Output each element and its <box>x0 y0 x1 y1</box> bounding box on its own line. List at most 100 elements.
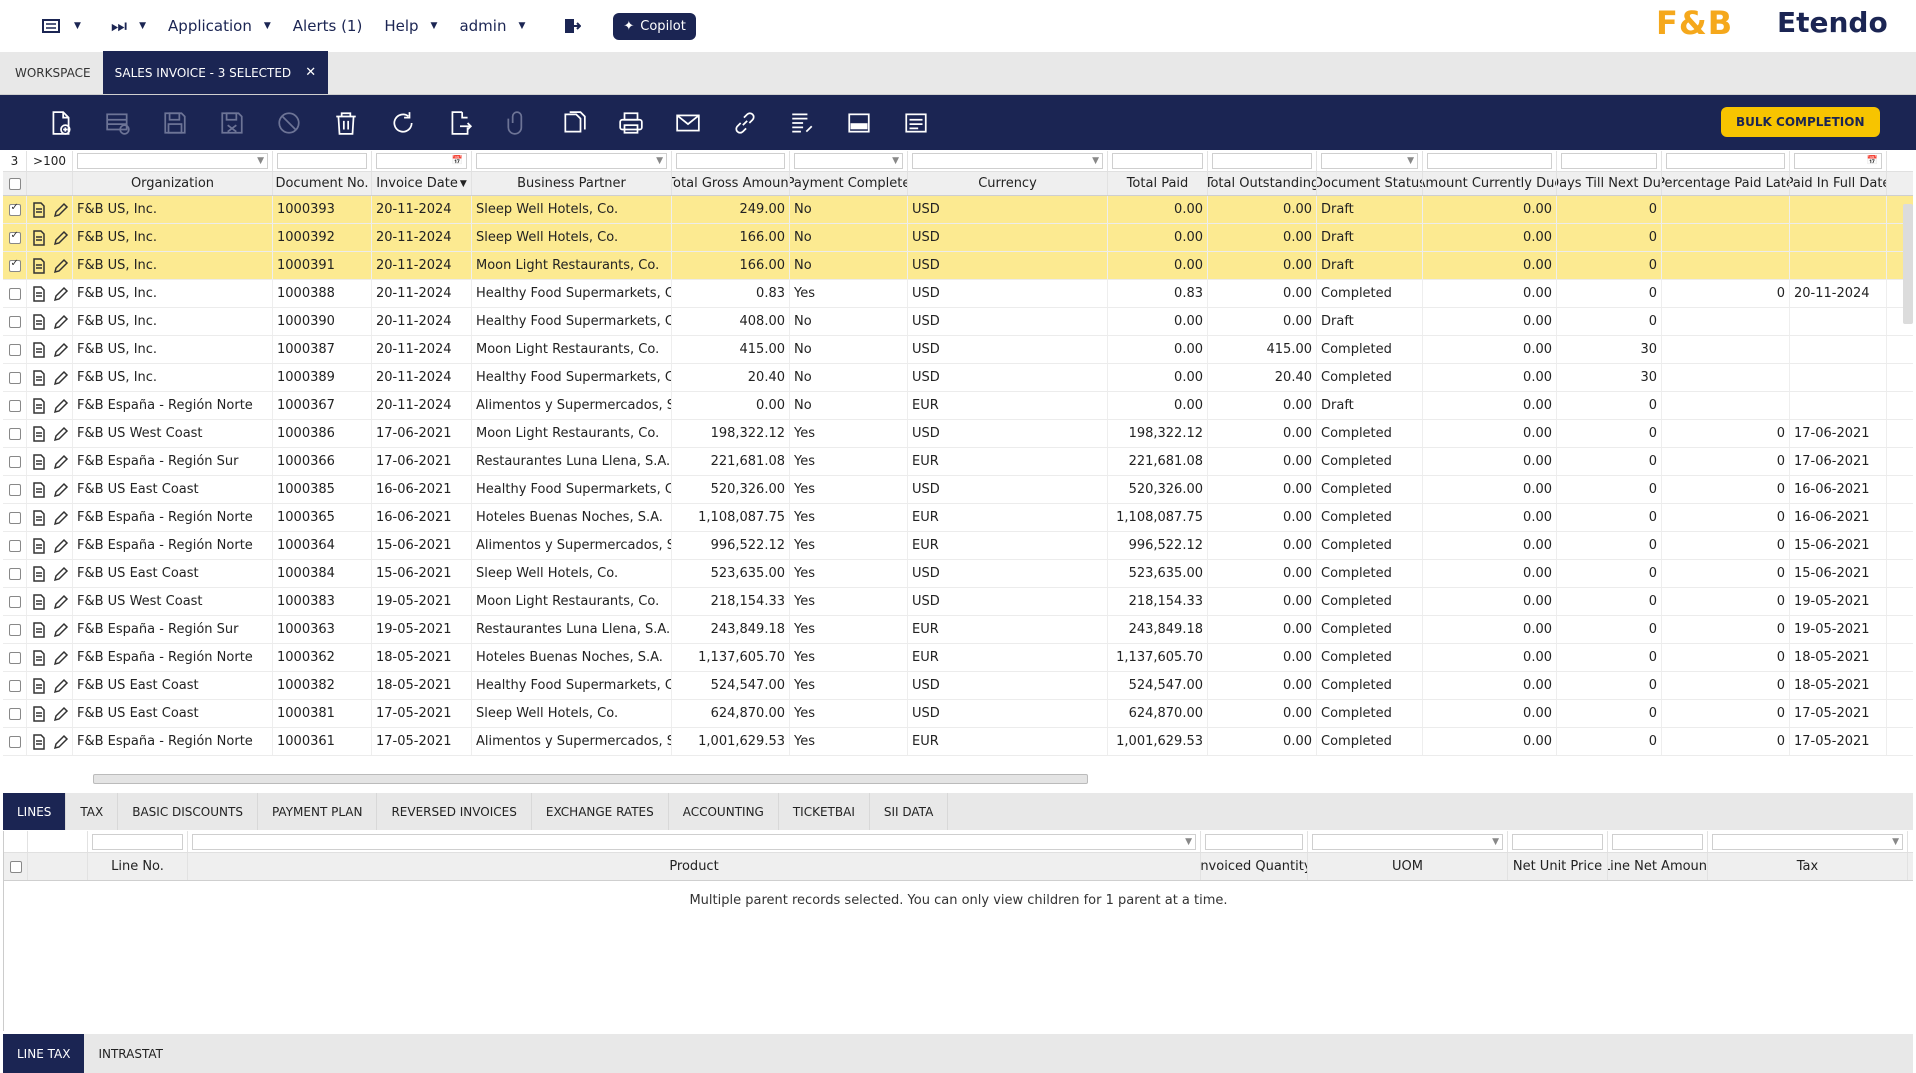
row-checkbox[interactable] <box>3 336 27 363</box>
open-record-icon[interactable] <box>31 677 47 694</box>
row-checkbox[interactable] <box>3 532 27 559</box>
edit-pencil-icon[interactable] <box>53 426 69 442</box>
audit-button[interactable] <box>773 95 830 150</box>
tab-exchange-rates[interactable]: EXCHANGE RATES <box>532 793 669 830</box>
tab-reversed-invoices[interactable]: REVERSED INVOICES <box>377 793 532 830</box>
edit-pencil-icon[interactable] <box>53 510 69 526</box>
row-checkbox[interactable] <box>3 560 27 587</box>
close-icon[interactable]: ✕ <box>305 65 316 80</box>
open-record-icon[interactable] <box>31 537 47 554</box>
row-checkbox[interactable] <box>3 252 27 279</box>
edit-pencil-icon[interactable] <box>53 454 69 470</box>
edit-pencil-icon[interactable] <box>53 370 69 386</box>
vertical-scrollbar[interactable] <box>1903 204 1913 324</box>
table-row[interactable]: F&B España - Región Sur 1000366 17-06-2021… <box>3 448 1913 476</box>
clone-button[interactable] <box>545 95 602 150</box>
open-record-icon[interactable] <box>31 397 47 414</box>
table-row[interactable]: F&B US East Coast 1000384 15-06-2021 Sleep … <box>3 560 1913 588</box>
filter-currency[interactable]: ▼ <box>908 151 1108 171</box>
header-organization[interactable]: Organization <box>73 172 273 195</box>
open-record-icon[interactable] <box>31 201 47 218</box>
edit-pencil-icon[interactable] <box>53 398 69 414</box>
open-record-icon[interactable] <box>31 257 47 274</box>
table-row[interactable]: F&B España - Región Norte 1000364 15-06-20… <box>3 532 1913 560</box>
select-all-checkbox[interactable] <box>3 172 27 195</box>
header-percentage-late[interactable]: Percentage Paid Late <box>1662 172 1790 195</box>
header-document-no[interactable]: Document No. <box>273 172 372 195</box>
toggle-form-button[interactable] <box>830 95 887 150</box>
table-row[interactable]: F&B US, Inc. 1000387 20-11-2024 Moon Light … <box>3 336 1913 364</box>
user-menu[interactable]: admin ▼ <box>459 17 525 35</box>
bulk-completion-button[interactable]: BULK COMPLETION <box>1721 107 1880 137</box>
table-row[interactable]: F&B US East Coast 1000385 16-06-2021 Health… <box>3 476 1913 504</box>
edit-pencil-icon[interactable] <box>53 706 69 722</box>
lines-filter-tax[interactable]: ▼ <box>1708 831 1908 852</box>
delete-button[interactable] <box>317 95 374 150</box>
row-checkbox[interactable] <box>3 728 27 755</box>
edit-pencil-icon[interactable] <box>53 678 69 694</box>
table-row[interactable]: F&B España - Región Norte 1000365 16-06-20… <box>3 504 1913 532</box>
reports-button[interactable] <box>887 95 944 150</box>
header-payment-complete[interactable]: Payment Complete <box>790 172 908 195</box>
new-in-grid-button[interactable] <box>89 95 146 150</box>
table-row[interactable]: F&B US, Inc. 1000390 20-11-2024 Healthy Foo… <box>3 308 1913 336</box>
alerts-link[interactable]: Alerts (1) <box>293 17 363 35</box>
filter-invoice-date[interactable]: 📅 <box>372 151 472 171</box>
header-amount-due[interactable]: Amount Currently Due <box>1423 172 1557 195</box>
menu-button[interactable]: ▼ <box>42 18 81 34</box>
row-checkbox[interactable] <box>3 476 27 503</box>
filter-payment-complete[interactable]: ▼ <box>790 151 908 171</box>
header-days-till-due[interactable]: Days Till Next Due <box>1557 172 1662 195</box>
filter-document-no[interactable] <box>273 151 372 171</box>
lines-filter-product[interactable]: ▼ <box>188 831 1201 852</box>
row-checkbox[interactable] <box>3 280 27 307</box>
row-checkbox[interactable] <box>3 616 27 643</box>
copilot-button[interactable]: ✦ Copilot <box>613 12 696 40</box>
open-record-icon[interactable] <box>31 705 47 722</box>
header-total-gross[interactable]: Total Gross Amount <box>672 172 790 195</box>
lines-header-line-no[interactable]: Line No. <box>88 853 188 880</box>
filter-percentage-late[interactable] <box>1662 151 1790 171</box>
edit-pencil-icon[interactable] <box>53 258 69 274</box>
table-row[interactable]: F&B US, Inc. 1000389 20-11-2024 Healthy Foo… <box>3 364 1913 392</box>
application-menu[interactable]: Application ▼ <box>168 17 271 35</box>
row-checkbox[interactable] <box>3 308 27 335</box>
lines-filter-line-no[interactable] <box>88 831 188 852</box>
print-button[interactable] <box>602 95 659 150</box>
filter-business-partner[interactable]: ▼ <box>472 151 672 171</box>
tab-sales-invoice[interactable]: SALES INVOICE - 3 SELECTED ✕ <box>102 51 329 94</box>
tab-payment-plan[interactable]: PAYMENT PLAN <box>258 793 378 830</box>
row-checkbox[interactable] <box>3 672 27 699</box>
row-checkbox[interactable] <box>3 420 27 447</box>
row-checkbox[interactable] <box>3 448 27 475</box>
filter-total-outstanding[interactable] <box>1208 151 1317 171</box>
table-row[interactable]: F&B España - Región Norte 1000367 20-11-20… <box>3 392 1913 420</box>
filter-days-till-due[interactable] <box>1557 151 1662 171</box>
filter-amount-due[interactable] <box>1423 151 1557 171</box>
row-checkbox[interactable] <box>3 364 27 391</box>
table-row[interactable]: F&B US East Coast 1000382 18-05-2021 Health… <box>3 672 1913 700</box>
row-checkbox[interactable] <box>3 504 27 531</box>
open-record-icon[interactable] <box>31 425 47 442</box>
edit-pencil-icon[interactable] <box>53 734 69 750</box>
edit-pencil-icon[interactable] <box>53 230 69 246</box>
row-checkbox[interactable] <box>3 196 27 223</box>
lines-header-product[interactable]: Product <box>188 853 1201 880</box>
edit-pencil-icon[interactable] <box>53 538 69 554</box>
table-row[interactable]: F&B España - Región Sur 1000363 19-05-2021… <box>3 616 1913 644</box>
lines-header-unit-price[interactable]: Net Unit Price <box>1508 853 1608 880</box>
filter-total-paid[interactable] <box>1108 151 1208 171</box>
open-record-icon[interactable] <box>31 509 47 526</box>
row-checkbox[interactable] <box>3 224 27 251</box>
lines-header-quantity[interactable]: Invoiced Quantity <box>1201 853 1308 880</box>
edit-pencil-icon[interactable] <box>53 566 69 582</box>
header-business-partner[interactable]: Business Partner <box>472 172 672 195</box>
filter-total-gross[interactable] <box>672 151 790 171</box>
header-currency[interactable]: Currency <box>908 172 1108 195</box>
open-record-icon[interactable] <box>31 341 47 358</box>
filter-organization[interactable]: ▼ <box>73 151 273 171</box>
open-record-icon[interactable] <box>31 313 47 330</box>
table-row[interactable]: F&B España - Región Norte 1000362 18-05-20… <box>3 644 1913 672</box>
row-checkbox[interactable] <box>3 588 27 615</box>
lines-select-all-checkbox[interactable] <box>4 853 28 880</box>
